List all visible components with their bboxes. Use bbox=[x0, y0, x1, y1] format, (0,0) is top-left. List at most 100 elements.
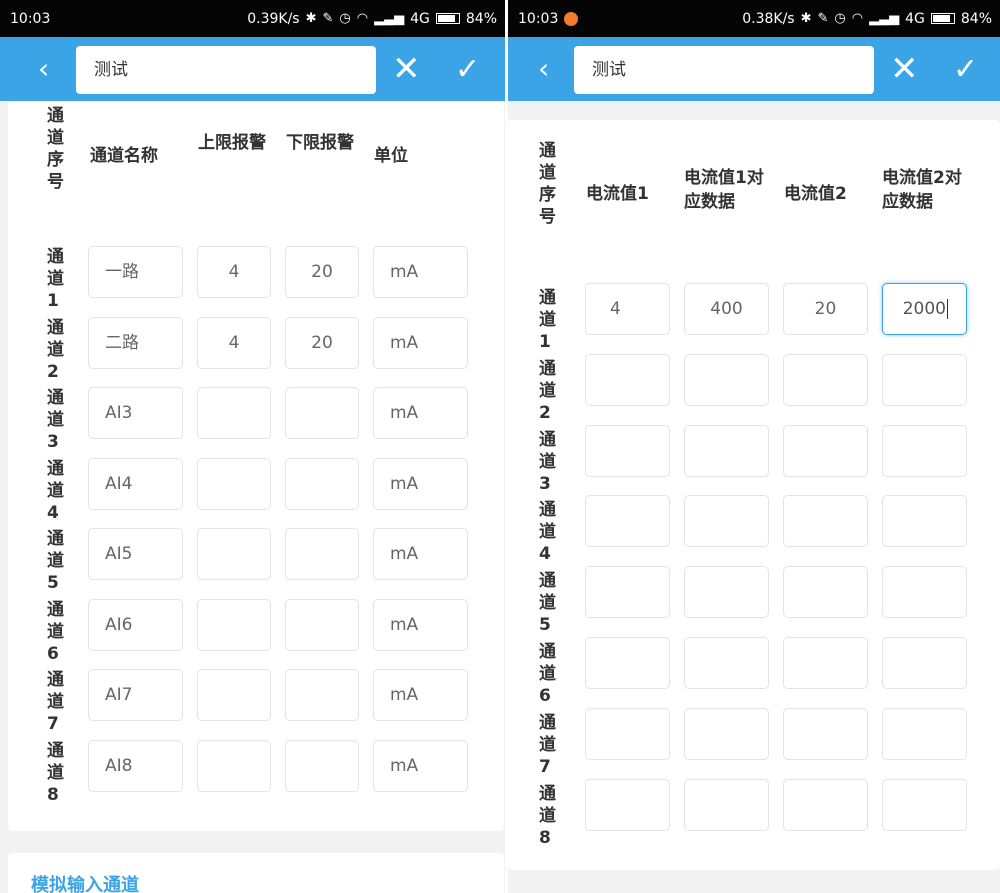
unit-input[interactable]: mA bbox=[373, 246, 468, 298]
network-speed: 0.39K/s bbox=[247, 10, 300, 27]
close-icon[interactable]: ✕ bbox=[890, 45, 919, 93]
unit-input[interactable]: mA bbox=[373, 598, 468, 651]
upper-alarm-input[interactable] bbox=[197, 457, 271, 510]
current1-data-input[interactable] bbox=[684, 637, 769, 689]
back-icon[interactable]: ‹ bbox=[38, 49, 49, 89]
header-current2-data: 电流值2对应数据 bbox=[882, 168, 962, 212]
channel-label: 通道6 bbox=[539, 642, 556, 706]
current2-data-input[interactable] bbox=[882, 637, 967, 689]
section-title: 模拟输入通道 bbox=[31, 875, 139, 893]
upper-alarm-input[interactable] bbox=[197, 528, 271, 580]
battery-percent: 84% bbox=[465, 10, 497, 27]
wifi-icon: ◠ bbox=[851, 11, 864, 26]
status-bar: 10:03 0.39K/s ✱ ✎ ◷ ◠ ▂▃▅ 4G 84% bbox=[0, 0, 505, 37]
channel-name-input[interactable]: AI7 bbox=[88, 669, 183, 721]
current1-data-input[interactable] bbox=[684, 495, 769, 548]
unit-input[interactable]: mA bbox=[373, 457, 468, 510]
channel-name-input[interactable]: AI3 bbox=[88, 387, 183, 439]
unit-input[interactable]: mA bbox=[373, 739, 468, 792]
channel-name-input[interactable]: 二路 bbox=[88, 316, 183, 369]
channel-label: 通道3 bbox=[47, 388, 64, 452]
upper-alarm-input[interactable]: 4 bbox=[197, 246, 271, 298]
bluetooth-icon: ✱ bbox=[305, 11, 317, 26]
current2-input[interactable] bbox=[783, 566, 868, 619]
status-time: 10:03 bbox=[10, 10, 51, 27]
lower-alarm-input[interactable] bbox=[285, 457, 359, 510]
lower-alarm-input[interactable]: 20 bbox=[285, 246, 359, 298]
current2-input[interactable] bbox=[783, 353, 868, 406]
lower-alarm-input[interactable] bbox=[285, 739, 359, 792]
lower-alarm-input[interactable] bbox=[285, 528, 359, 580]
upper-alarm-input[interactable] bbox=[197, 598, 271, 651]
header-upper-alarm: 上限报警 bbox=[198, 133, 266, 153]
wifi-icon: ◠ bbox=[356, 11, 369, 26]
current2-input[interactable] bbox=[783, 495, 868, 548]
lower-alarm-input[interactable] bbox=[285, 387, 359, 439]
channel-label: 通道5 bbox=[47, 529, 64, 593]
signal-icon: ▂▃▅ bbox=[374, 11, 405, 26]
current2-data-input[interactable]: 2000 bbox=[882, 283, 967, 335]
upper-alarm-input[interactable] bbox=[197, 739, 271, 792]
current2-data-input[interactable] bbox=[882, 707, 967, 760]
upper-alarm-input[interactable] bbox=[197, 387, 271, 439]
status-bar: 10:03 0.38K/s ✱ ✎ ◷ ◠ ▂▃▅ 4G 84% bbox=[508, 0, 1000, 37]
current2-data-input[interactable] bbox=[882, 495, 967, 548]
lower-alarm-input[interactable]: 20 bbox=[285, 316, 359, 369]
current1-input[interactable] bbox=[585, 778, 670, 831]
channel-name-input[interactable]: AI4 bbox=[88, 457, 183, 510]
title-input[interactable]: 测试 bbox=[76, 46, 376, 94]
current2-data-input[interactable] bbox=[882, 353, 967, 406]
current1-data-input[interactable] bbox=[684, 566, 769, 619]
upper-alarm-input[interactable]: 4 bbox=[197, 316, 271, 369]
lower-alarm-input[interactable] bbox=[285, 669, 359, 721]
battery-icon bbox=[435, 13, 460, 24]
current2-input[interactable]: 20 bbox=[783, 283, 868, 335]
current2-data-input[interactable] bbox=[882, 778, 967, 831]
back-icon[interactable]: ‹ bbox=[538, 49, 549, 89]
current1-data-input[interactable] bbox=[684, 707, 769, 760]
battery-icon bbox=[930, 13, 955, 24]
current1-data-input[interactable]: 400 bbox=[684, 283, 769, 335]
current1-input[interactable] bbox=[585, 637, 670, 689]
confirm-icon[interactable]: ✓ bbox=[455, 46, 480, 94]
current1-input[interactable]: 4 bbox=[585, 283, 670, 335]
current1-data-input[interactable] bbox=[684, 353, 769, 406]
current2-data-input[interactable] bbox=[882, 424, 967, 477]
current2-input[interactable] bbox=[783, 424, 868, 477]
current1-input[interactable] bbox=[585, 566, 670, 619]
title-input[interactable]: 测试 bbox=[574, 46, 874, 94]
dual-screenshot: 10:03 0.39K/s ✱ ✎ ◷ ◠ ▂▃▅ 4G 84% ‹ 测试 ✕ … bbox=[0, 0, 1000, 893]
confirm-icon[interactable]: ✓ bbox=[953, 46, 978, 94]
battery-percent: 84% bbox=[960, 10, 992, 27]
unit-input[interactable]: mA bbox=[373, 387, 468, 439]
current1-input[interactable] bbox=[585, 424, 670, 477]
right-screen: 10:03 0.38K/s ✱ ✎ ◷ ◠ ▂▃▅ 4G 84% ‹ 测试 ✕ … bbox=[508, 0, 1000, 893]
current1-data-input[interactable] bbox=[684, 778, 769, 831]
channel-name-input[interactable]: AI6 bbox=[88, 598, 183, 651]
unit-input[interactable]: mA bbox=[373, 316, 468, 369]
upper-alarm-input[interactable] bbox=[197, 669, 271, 721]
current1-input[interactable] bbox=[585, 495, 670, 548]
header-lower-alarm: 下限报警 bbox=[286, 133, 354, 153]
current2-data-input[interactable] bbox=[882, 566, 967, 619]
current1-input[interactable] bbox=[585, 707, 670, 760]
alarm-icon: ◷ bbox=[834, 11, 846, 26]
current2-input[interactable] bbox=[783, 707, 868, 760]
current2-input[interactable] bbox=[783, 778, 868, 831]
header-current2: 电流值2 bbox=[784, 184, 847, 204]
alarm-icon: ◷ bbox=[339, 11, 351, 26]
lower-alarm-input[interactable] bbox=[285, 598, 359, 651]
mute-icon: ✎ bbox=[817, 11, 829, 26]
text-caret bbox=[947, 299, 948, 319]
current2-input[interactable] bbox=[783, 637, 868, 689]
header-unit: 单位 bbox=[374, 146, 408, 166]
unit-input[interactable]: mA bbox=[373, 669, 468, 721]
channel-name-input[interactable]: AI5 bbox=[88, 528, 183, 580]
close-icon[interactable]: ✕ bbox=[392, 45, 421, 93]
channel-label: 通道6 bbox=[47, 599, 64, 664]
channel-name-input[interactable]: 一路 bbox=[88, 246, 183, 298]
current1-data-input[interactable] bbox=[684, 424, 769, 477]
unit-input[interactable]: mA bbox=[373, 528, 468, 580]
current1-input[interactable] bbox=[585, 353, 670, 406]
channel-name-input[interactable]: AI8 bbox=[88, 739, 183, 792]
